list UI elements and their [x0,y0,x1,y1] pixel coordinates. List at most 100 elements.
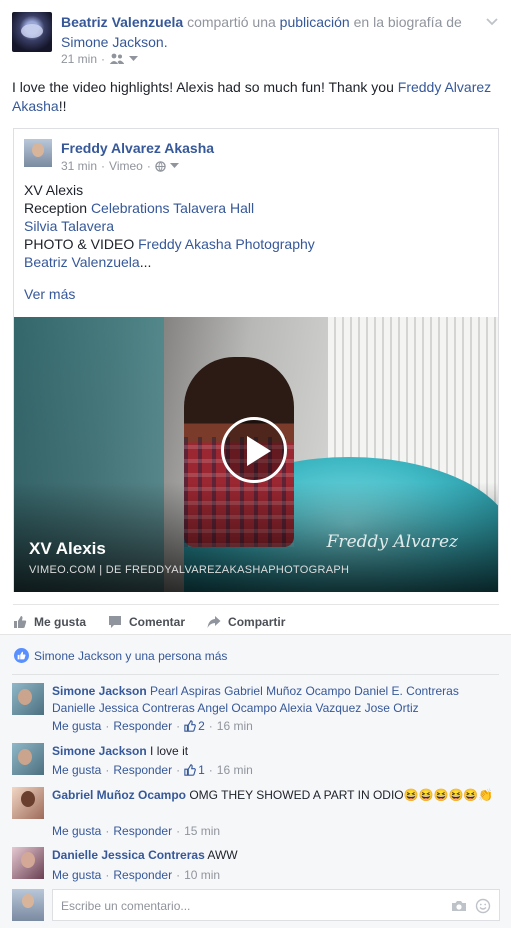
post-header-line: Beatriz Valenzuela compartió una publica… [61,12,481,52]
venue-link[interactable]: Celebrations Talavera Hall [91,200,254,216]
thumbs-up-icon [184,720,196,732]
like-reaction-icon [14,648,29,663]
comment-like-count[interactable]: 1 [184,763,205,777]
commenter-name[interactable]: Simone Jackson [52,744,147,758]
comment-like-link[interactable]: Me gusta [52,868,101,882]
commenter-avatar[interactable] [12,847,44,879]
comment-like-link[interactable]: Me gusta [52,824,101,838]
shared-author-name[interactable]: Freddy Alvarez Akasha [61,140,214,156]
comment-time[interactable]: 16 min [217,719,253,733]
post-time[interactable]: 21 min [61,52,97,66]
comment-icon [109,615,122,628]
meta-separator: · [176,719,181,733]
thumbs-up-icon [184,764,196,776]
comment-time[interactable]: 10 min [184,868,220,882]
meta-separator: · [176,763,181,777]
meta-separator: · [101,159,106,173]
shared-line-title: XV Alexis [24,182,84,198]
like-count: 1 [198,763,205,777]
meta-separator: · [146,159,151,173]
current-user-avatar[interactable] [12,889,44,921]
see-more-link[interactable]: Ver más [24,286,75,302]
shared-line-photo: PHOTO & VIDEO Freddy Akasha Photography [24,235,315,253]
comment-meta: Me gusta · Responder · 15 min [52,824,220,838]
commenter-avatar[interactable] [12,787,44,819]
commenter-avatar[interactable] [12,743,44,775]
shared-source: Vimeo [109,159,143,173]
comment-input[interactable]: Escribe un comentario... [52,889,500,921]
play-icon[interactable] [221,417,287,483]
silvia-link[interactable]: Silvia Talavera [24,218,114,234]
comment-body: Simone Jackson I love it [52,743,500,760]
chevron-down-icon[interactable] [129,56,139,62]
shared-line-reception: Reception Celebrations Talavera Hall [24,199,315,217]
comment-like-link[interactable]: Me gusta [52,763,101,777]
video-watermark: Freddy Alvarez [326,532,458,552]
meta-separator: · [208,719,213,733]
reactions-summary[interactable]: Simone Jackson y una persona más [14,648,227,663]
comment-time[interactable]: 15 min [184,824,220,838]
comment-placeholder: Escribe un comentario... [61,899,191,913]
meta-separator: · [176,868,181,882]
comment-like-link[interactable]: Me gusta [52,719,101,733]
like-button[interactable]: Me gusta [13,615,86,629]
photography-link[interactable]: Freddy Akasha Photography [138,236,315,252]
meta-separator: · [105,824,110,838]
comment-label: Comentar [129,614,186,629]
meta-separator: · [101,52,106,66]
shared-text: compartió una [187,14,276,30]
post-text: I love the video highlights! Alexis had … [12,78,502,116]
meta-separator: · [176,824,181,838]
comment-text: I love it [146,744,189,758]
comment-button[interactable]: Comentar [108,615,185,629]
commenter-name[interactable]: Danielle Jessica Contreras [52,848,205,862]
share-label: Compartir [228,614,286,629]
comment-body: Danielle Jessica Contreras AWW [52,847,500,864]
comment-meta: Me gusta · Responder · 10 min [52,868,220,882]
like-label: Me gusta [34,614,87,629]
comments-section: Simone Jackson y una persona más Simone … [0,634,511,928]
commenter-avatar[interactable] [12,683,44,715]
comment-composer: Escribe un comentario... [12,889,502,923]
shared-post-card: Freddy Alvarez Akasha 31 min · Vimeo · X… [13,128,499,592]
video-preview[interactable]: Freddy Alvarez XV Alexis VIMEO.COM | DE … [14,317,498,592]
comment-time[interactable]: 16 min [217,763,253,777]
shared-body: XV Alexis Reception Celebrations Talaver… [24,181,315,271]
reception-label: Reception [24,200,91,216]
video-title[interactable]: XV Alexis [29,539,106,559]
on-text: en la biografía de [353,14,462,30]
beatriz-link[interactable]: Beatriz Valenzuela [24,254,140,270]
thumbs-up-icon [14,615,27,628]
divider [12,674,499,675]
globe-icon[interactable] [155,160,166,172]
video-domain: VIMEO.COM [29,564,96,576]
author-name[interactable]: Beatriz Valenzuela [61,14,183,30]
comment-like-count[interactable]: 2 [184,719,205,733]
meta-separator: · [105,763,110,777]
post-header: Beatriz Valenzuela compartió una publica… [0,0,511,70]
commenter-name[interactable]: Gabriel Muñoz Ocampo [52,788,186,802]
post-options-chevron-icon[interactable] [485,14,499,28]
emoji-icon[interactable] [475,898,491,914]
comment-meta: Me gusta · Responder · 1 · 16 min [52,763,253,777]
camera-icon[interactable] [451,898,467,914]
post-actions: Me gusta Comentar Compartir [13,604,499,634]
publication-link[interactable]: publicación [280,14,350,30]
share-button[interactable]: Compartir [207,615,285,629]
commenter-name[interactable]: Simone Jackson [52,684,147,698]
comment-reply-link[interactable]: Responder [113,763,172,777]
shared-author-avatar[interactable] [24,139,52,167]
comment-body: Gabriel Muñoz Ocampo OMG THEY SHOWED A P… [52,787,500,804]
author-avatar[interactable] [12,12,52,52]
video-by: DE FREDDYALVAREZAKASHAPHOTOGRAPH [105,564,350,576]
chevron-down-icon[interactable] [169,163,179,169]
comment-reply-link[interactable]: Responder [113,868,172,882]
shared-meta: 31 min · Vimeo · [61,159,179,173]
friends-audience-icon[interactable] [109,53,125,65]
target-profile-link[interactable]: Simone Jackson. [61,34,168,50]
share-arrow-icon [207,615,221,628]
comment-reply-link[interactable]: Responder [113,824,172,838]
comment-meta: Me gusta · Responder · 2 · 16 min [52,719,253,733]
comment-reply-link[interactable]: Responder [113,719,172,733]
shared-time[interactable]: 31 min [61,159,97,173]
